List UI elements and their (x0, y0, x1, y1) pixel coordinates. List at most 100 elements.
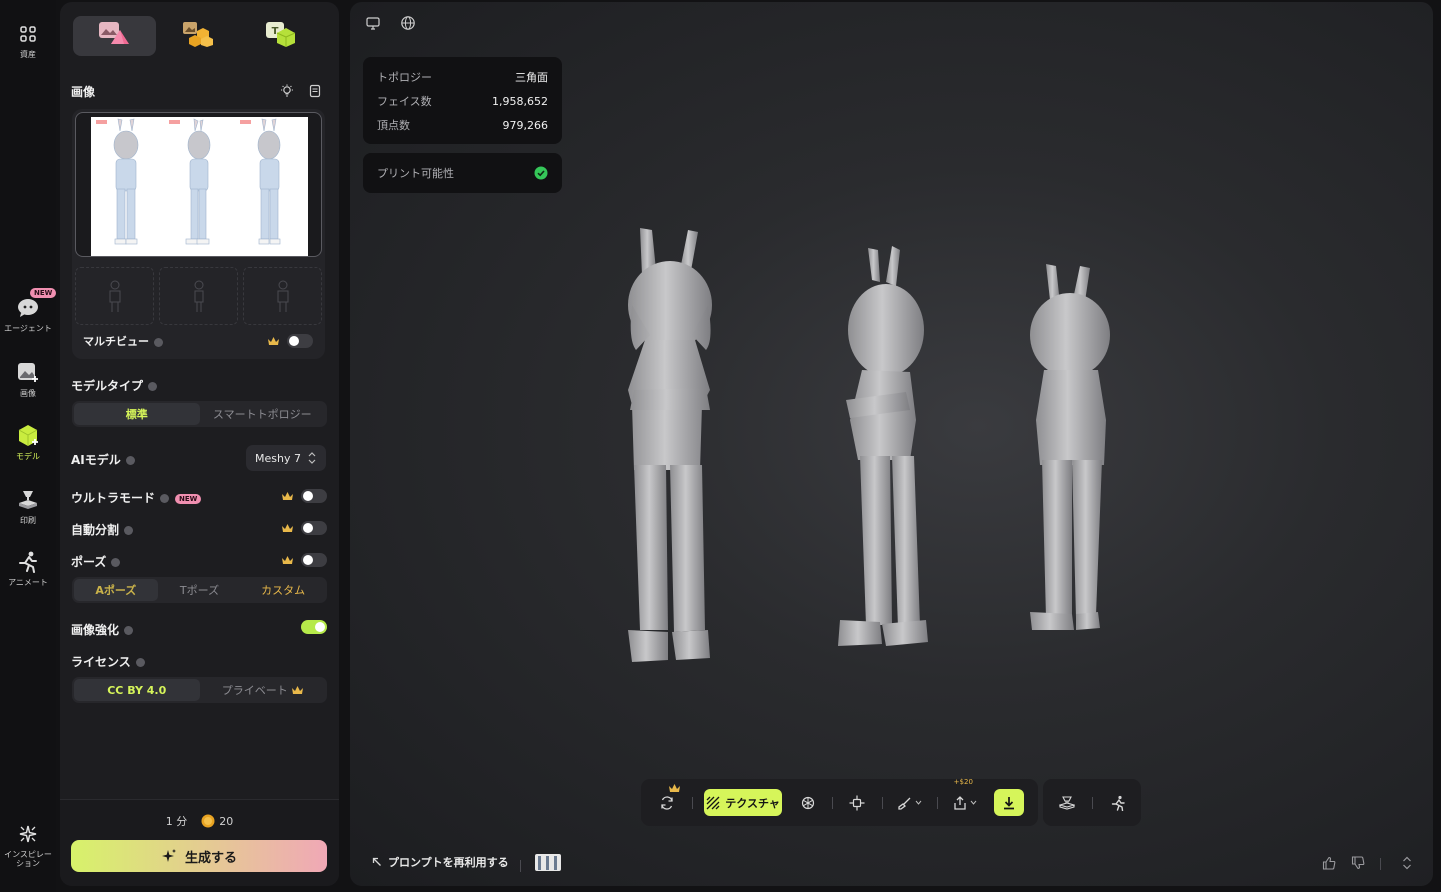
license-title: ライセンス (71, 655, 131, 669)
rail-item-agent[interactable]: NEW エージェント (0, 288, 57, 333)
premium-crown-icon (291, 686, 303, 694)
thumbs-up-icon[interactable] (1322, 855, 1338, 871)
view-tag-side (169, 120, 180, 124)
printer-icon (1058, 795, 1075, 810)
refresh-icon (661, 795, 673, 810)
rail-item-image[interactable]: 画像 (0, 361, 56, 398)
globe-icon[interactable] (400, 15, 418, 33)
settings-panel: T 画像 マルチビュー モデルタイプ 標準 スマートトポロジー AIモデル Me… (60, 2, 339, 886)
info-icon[interactable] (125, 456, 135, 465)
animate-button[interactable] (1105, 790, 1131, 816)
lightbulb-icon[interactable] (280, 83, 294, 97)
info-icon[interactable] (124, 526, 134, 535)
model-view-side (838, 246, 928, 646)
coin-icon (201, 814, 215, 828)
hatch-icon (706, 796, 720, 809)
figure-outline-icon (194, 280, 203, 312)
running-figure-icon (16, 550, 40, 574)
info-icon[interactable] (148, 382, 158, 391)
model-view-front (628, 228, 712, 662)
rail-item-print[interactable]: 印刷 (0, 488, 56, 525)
thumbs-down-icon[interactable] (1351, 855, 1367, 871)
running-figure-icon (1111, 795, 1125, 811)
toolbar-divider (1091, 796, 1093, 809)
license-cc-by[interactable]: CC BY 4.0 (74, 679, 200, 701)
license-selector: CC BY 4.0 プライベート (72, 677, 327, 703)
pose-t[interactable]: Tポーズ (158, 579, 242, 601)
info-icon[interactable] (154, 337, 163, 347)
3d-viewport[interactable]: トポロジー 三角面 フェイス数 1,958,652 頂点数 979,266 プリント可… (350, 2, 1433, 886)
toolbar-divider (832, 796, 834, 809)
agent-icon (16, 296, 40, 320)
auto-split-toggle[interactable] (301, 521, 327, 535)
model-type-smart-topology[interactable]: スマートトポロジー (200, 403, 326, 425)
tab-multi-image[interactable] (156, 16, 239, 56)
info-icon[interactable] (124, 626, 134, 635)
stat-key: フェイス数 (377, 95, 432, 108)
stat-value: 1,958,652 (492, 94, 548, 108)
uploaded-image (91, 117, 308, 256)
reuse-prompt-label: プロンプトを再利用する (388, 856, 509, 869)
image-icon (16, 361, 40, 385)
pose-title: ポーズ (71, 555, 107, 569)
ultra-mode-toggle[interactable] (301, 489, 327, 503)
rail-item-animate[interactable]: アニメート (0, 550, 56, 587)
multiview-toggle[interactable] (287, 334, 313, 348)
document-icon[interactable] (308, 83, 322, 98)
rig-button[interactable] (796, 790, 821, 816)
share-icon (954, 795, 966, 810)
model-type-title-wrap: モデルタイプ (71, 377, 158, 394)
generate-button[interactable]: 生成する (71, 840, 327, 872)
check-circle-icon (534, 166, 548, 180)
tab-text-to-3d[interactable]: T (239, 16, 322, 56)
uploaded-image-frame[interactable] (75, 112, 322, 257)
mesh-node-icon (801, 796, 815, 809)
multiview-slot-back[interactable] (243, 267, 322, 325)
rail-item-model[interactable]: モデル (0, 424, 56, 461)
monitor-icon[interactable] (365, 15, 383, 33)
toolbar-divider (881, 796, 883, 809)
chevron-updown-icon[interactable] (1401, 855, 1417, 871)
source-image-thumbnail[interactable] (535, 854, 561, 871)
rail-item-inspiration[interactable]: インスピレーション (0, 822, 56, 868)
pose-toggle[interactable] (301, 553, 327, 567)
view-tag-front (96, 120, 107, 124)
license-private[interactable]: プライベート (200, 679, 326, 701)
texture-button[interactable]: テクスチャ (704, 789, 782, 816)
info-icon[interactable] (135, 658, 145, 667)
remesh-button[interactable] (655, 783, 680, 816)
chevron-down-icon (970, 800, 977, 805)
stat-row-topology: トポロジー 三角面 (377, 65, 548, 89)
rail-label-inspiration: インスピレーション (4, 850, 52, 868)
rail-label-assets: 資産 (20, 50, 36, 59)
model-type-standard[interactable]: 標準 (74, 403, 200, 425)
multiview-slot-front[interactable] (75, 267, 154, 325)
download-button[interactable] (993, 789, 1024, 816)
toolbar-divider (691, 796, 693, 809)
printability-card[interactable]: プリント可能性 (363, 153, 562, 193)
print-prep-button[interactable] (1054, 790, 1080, 816)
info-icon[interactable] (160, 494, 170, 503)
export-dropdown-button[interactable]: +$20 (950, 778, 980, 816)
divider (520, 860, 521, 872)
auto-split-title-wrap: 自動分割 (71, 521, 134, 538)
model-cube-icon (16, 424, 40, 448)
ai-model-dropdown[interactable]: Meshy 7 (246, 445, 326, 471)
rail-item-assets[interactable]: 資産 (0, 22, 56, 59)
view-tag-back (240, 120, 251, 124)
pose-a[interactable]: Aポーズ (74, 579, 158, 601)
stat-key: 頂点数 (377, 119, 410, 132)
export-price: +$20 (953, 777, 973, 786)
multiview-slot-side[interactable] (159, 267, 238, 325)
info-icon[interactable] (111, 558, 121, 567)
tab-image-to-3d[interactable] (73, 16, 156, 56)
pose-custom[interactable]: カスタム (241, 579, 325, 601)
move-cross-icon (849, 795, 865, 810)
reuse-prompt-button[interactable]: プロンプトを再利用する (372, 854, 509, 870)
image-upload-card: マルチビュー (72, 109, 325, 359)
text-to-3d-icon: T (264, 20, 298, 52)
image-enhance-toggle[interactable] (301, 620, 327, 634)
multiview-label: マルチビュー (83, 335, 149, 348)
transform-button[interactable] (845, 790, 870, 816)
brush-dropdown-button[interactable] (895, 790, 925, 816)
